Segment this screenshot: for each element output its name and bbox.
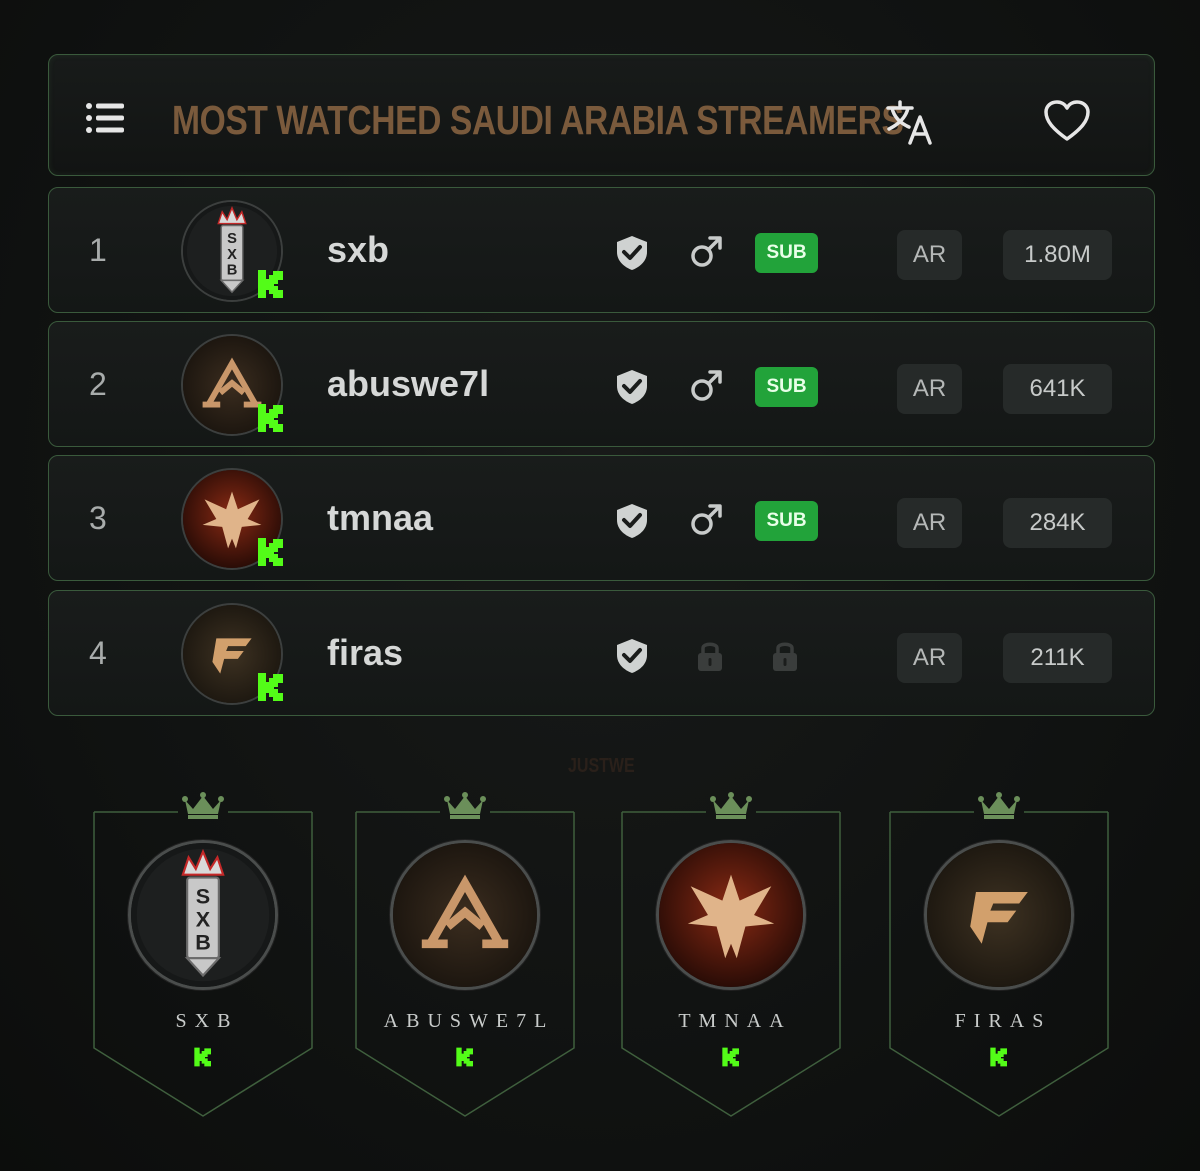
streamer-name[interactable]: sxb <box>327 188 389 312</box>
translate-icon[interactable] <box>885 99 935 145</box>
avatar <box>924 840 1074 990</box>
lock-icon <box>769 639 801 673</box>
language-badge: AR <box>897 633 962 683</box>
kick-logo-icon <box>193 1046 213 1068</box>
avatar <box>128 840 278 990</box>
crown-icon <box>181 792 225 820</box>
views-count: 284K <box>1003 498 1112 548</box>
streamer-row[interactable]: 3 tmnaa SUB AR 284K <box>48 455 1155 581</box>
rank-number: 3 <box>89 499 107 536</box>
banner-card[interactable]: SXB <box>90 790 316 1120</box>
rank-number: 1 <box>89 231 107 268</box>
male-icon <box>689 502 723 538</box>
sub-badge: SUB <box>755 367 818 407</box>
banner-name: TMNAA <box>678 1010 792 1032</box>
kick-logo-icon <box>721 1046 741 1068</box>
kick-logo-icon <box>256 671 286 703</box>
kick-logo-icon <box>989 1046 1009 1068</box>
kick-logo-icon <box>256 536 286 568</box>
sub-badge: SUB <box>755 501 818 541</box>
streamer-row[interactable]: 2 abuswe7l SUB AR 641K <box>48 321 1155 447</box>
avatar <box>656 840 806 990</box>
male-icon <box>689 368 723 404</box>
views-count: 641K <box>1003 364 1112 414</box>
crown-icon <box>709 792 753 820</box>
banner-name: SXB <box>175 1010 239 1032</box>
banner-name: ABUSWE7L <box>383 1010 555 1032</box>
streamer-row[interactable]: 4 firas AR 211K <box>48 590 1155 716</box>
streamer-name[interactable]: abuswe7l <box>327 322 489 446</box>
kick-logo-icon <box>256 402 286 434</box>
verified-shield-icon <box>614 502 650 540</box>
page-title: MOST WATCHED SAUDI ARABIA STREAMERS <box>172 97 904 143</box>
avatar <box>390 840 540 990</box>
views-count: 211K <box>1003 633 1112 683</box>
views-count: 1.80M <box>1003 230 1112 280</box>
streamer-name[interactable]: tmnaa <box>327 456 433 580</box>
heart-icon[interactable] <box>1043 99 1091 143</box>
language-badge: AR <box>897 498 962 548</box>
language-badge: AR <box>897 364 962 414</box>
crown-icon <box>977 792 1021 820</box>
banner-card[interactable]: TMNAA <box>618 790 844 1120</box>
lock-icon <box>694 639 726 673</box>
male-icon <box>689 234 723 270</box>
verified-shield-icon <box>614 637 650 675</box>
rank-number: 2 <box>89 365 107 402</box>
menu-icon[interactable] <box>85 101 125 135</box>
verified-shield-icon <box>614 368 650 406</box>
verified-shield-icon <box>614 234 650 272</box>
banner-name: FIRAS <box>954 1010 1052 1032</box>
crown-icon <box>443 792 487 820</box>
rank-number: 4 <box>89 634 107 671</box>
kick-logo-icon <box>455 1046 475 1068</box>
banner-card[interactable]: FIRAS <box>886 790 1112 1120</box>
watermark: JUSTWE <box>568 755 635 777</box>
language-badge: AR <box>897 230 962 280</box>
banner-card[interactable]: ABUSWE7L <box>352 790 578 1120</box>
sub-badge: SUB <box>755 233 818 273</box>
kick-logo-icon <box>256 268 286 300</box>
streamer-row[interactable]: 1 sxb SUB AR 1.80M <box>48 187 1155 313</box>
header-bar: MOST WATCHED SAUDI ARABIA STREAMERS <box>48 54 1155 176</box>
streamer-name[interactable]: firas <box>327 591 403 715</box>
